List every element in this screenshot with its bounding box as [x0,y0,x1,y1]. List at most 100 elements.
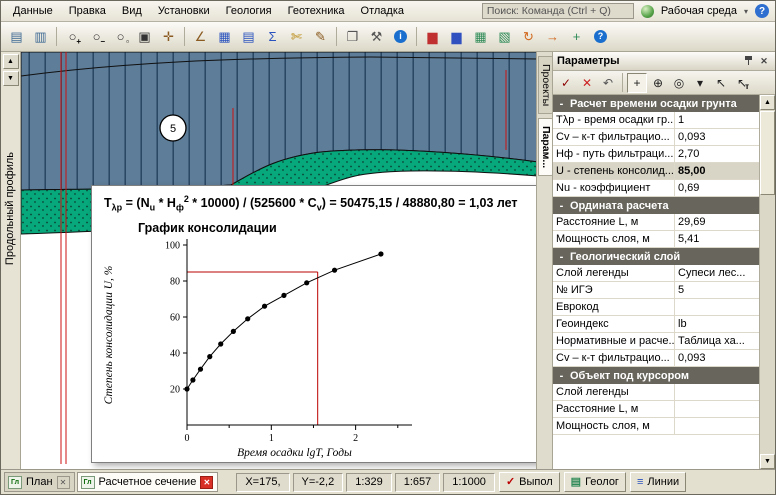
grid-row[interactable]: № ИГЭ5 [553,282,759,299]
tools-icon[interactable]: ⚒ [365,25,388,48]
menu-item-3[interactable]: Установки [150,2,218,20]
profile-window-icon[interactable]: ▤ [5,25,28,48]
scroll-up-icon[interactable]: ▲ [760,95,775,110]
snap-target-icon[interactable]: ◎ [669,73,689,93]
measure-icon[interactable]: ∠ [189,25,212,48]
menu-item-6[interactable]: Отладка [353,2,412,20]
close-tab-icon[interactable]: ✕ [57,476,70,489]
grid-group-header[interactable]: -Геологический слой [553,248,759,265]
help-icon[interactable]: ? [755,4,769,18]
grid-row[interactable]: Расстояние L, м29,69 [553,214,759,231]
workspace-label[interactable]: Рабочая среда [661,5,737,17]
table-green-add-icon[interactable]: ▧ [493,25,516,48]
grid-row[interactable]: Расстояние L, м [553,401,759,418]
collapse-icon[interactable]: - [557,98,566,110]
grid-row-value[interactable]: 0,093 [675,350,759,366]
table-icon[interactable]: ▦ [213,25,236,48]
close-tab-icon[interactable]: ✕ [200,476,213,489]
grid-row[interactable]: Сv – к-т фильтрацио...0,093 [553,350,759,367]
grid-group-header[interactable]: -Объект под курсором [553,367,759,384]
clipboard-icon[interactable]: ❐ [341,25,364,48]
sum-icon[interactable]: Σ [261,25,284,48]
status-button-linii[interactable]: ≡Линии [630,472,686,492]
broom-icon[interactable]: ✄ [285,25,308,48]
command-search-input[interactable] [482,3,634,19]
grid-row[interactable]: Нормативные и расче...Таблица ха... [553,333,759,350]
grid-row-value[interactable]: 29,69 [675,214,759,230]
status-button-vypol[interactable]: ✓Выпол [499,472,560,492]
menu-item-4[interactable]: Геология [218,2,280,20]
grid-row[interactable]: Геоиндексlb [553,316,759,333]
property-grid-scrollbar[interactable]: ▲ ▼ [759,95,775,469]
cursor-text-icon[interactable]: ↖т [732,73,752,93]
history-icon[interactable]: ↶ [598,73,618,93]
grid-row[interactable]: U - степень консолид...85,00 [553,163,759,180]
run-icon[interactable]: → [541,25,564,48]
menu-item-5[interactable]: Геотехника [280,2,353,20]
grid-row[interactable]: Тλр - время осадки гр...1 [553,112,759,129]
status-button-geolog[interactable]: ▤Геолог [564,472,626,492]
collapse-icon[interactable]: - [557,251,566,263]
tab-plan[interactable]: ГлПлан✕ [4,472,75,492]
grid-row-value[interactable]: 85,00 [675,163,759,179]
collapse-icon[interactable]: - [557,370,566,382]
grid-row-value[interactable] [675,401,759,417]
grid-row-value[interactable]: Супеси лес... [675,265,759,281]
close-icon[interactable]: ✕ [757,55,771,68]
menu-item-1[interactable]: Правка [61,2,114,20]
workspace-caret-icon[interactable]: ▾ [744,7,748,16]
grid-row-value[interactable]: 1 [675,112,759,128]
pin-icon[interactable] [741,55,755,68]
grid-group-header[interactable]: -Расчет времени осадки грунта [553,95,759,112]
grid-row-value[interactable]: lb [675,316,759,332]
table-green-icon[interactable]: ▦ [469,25,492,48]
menu-item-0[interactable]: Данные [5,2,61,20]
histogram-red-icon[interactable]: ▆ [421,25,444,48]
grid-row-value[interactable]: 2,70 [675,146,759,162]
refresh-icon[interactable]: ↻ [517,25,540,48]
cancel-icon[interactable]: ✕ [577,73,597,93]
pencil-icon[interactable]: ✎ [309,25,332,48]
snap-circle-icon[interactable]: ⊕ [648,73,668,93]
help-icon[interactable]: ? [589,25,612,48]
grid-row-value[interactable]: 0,69 [675,180,759,196]
grid-row[interactable]: Нф - путь фильтраци...2,70 [553,146,759,163]
grid-row[interactable]: Слой легенды [553,384,759,401]
zoom-out-icon[interactable]: ○− [85,25,108,48]
zoom-in-icon[interactable]: ○+ [61,25,84,48]
grid-row[interactable]: Слой легендыСупеси лес... [553,265,759,282]
apply-icon[interactable]: ✓ [556,73,576,93]
strip-up-button[interactable]: ▲ [3,54,19,69]
add-icon[interactable]: + [565,25,588,48]
grid-row-value[interactable] [675,299,759,315]
grid-row-value[interactable]: Таблица ха... [675,333,759,349]
zoom-extents-icon[interactable]: ▣ [133,25,156,48]
menu-item-2[interactable]: Вид [114,2,150,20]
snap-dropdown-icon[interactable]: ▾ [690,73,710,93]
grid-row-value[interactable]: 5 [675,282,759,298]
grid-row-value[interactable]: 0,093 [675,129,759,145]
scrollbar-thumb[interactable] [760,111,775,195]
collapse-icon[interactable]: - [557,200,566,212]
scroll-down-icon[interactable]: ▼ [760,454,775,469]
grid-row-value[interactable] [675,384,759,400]
info-icon[interactable]: i [389,25,412,48]
grid-row[interactable]: Мощность слоя, м5,41 [553,231,759,248]
cursor-icon[interactable]: ↖ [711,73,731,93]
histogram-blue-icon[interactable]: ▆ [445,25,468,48]
grid-row[interactable]: Сv – к-т фильтрацио...0,093 [553,129,759,146]
tab-section[interactable]: ГлРасчетное сечение✕ [77,472,219,492]
drawing-canvas[interactable]: 5 Тλр = (Nu * Нф2 * 10000) / (525600 * С… [21,52,538,469]
grid-row[interactable]: Еврокод [553,299,759,316]
grid-row[interactable]: Мощность слоя, м [553,418,759,435]
grid-row-value[interactable] [675,418,759,434]
profile-view-tab[interactable]: Продольный профиль [4,152,16,265]
strip-down-button[interactable]: ▼ [3,71,19,86]
grid-row[interactable]: Nu - коэффициент0,69 [553,180,759,197]
grid-group-header[interactable]: -Ордината расчета [553,197,759,214]
snap-crosshair-icon[interactable]: + [627,73,647,93]
report-icon[interactable]: ▤ [237,25,260,48]
grid-row-value[interactable]: 5,41 [675,231,759,247]
pan-icon[interactable]: ✛ [157,25,180,48]
zoom-window-icon[interactable]: ○▫ [109,25,132,48]
